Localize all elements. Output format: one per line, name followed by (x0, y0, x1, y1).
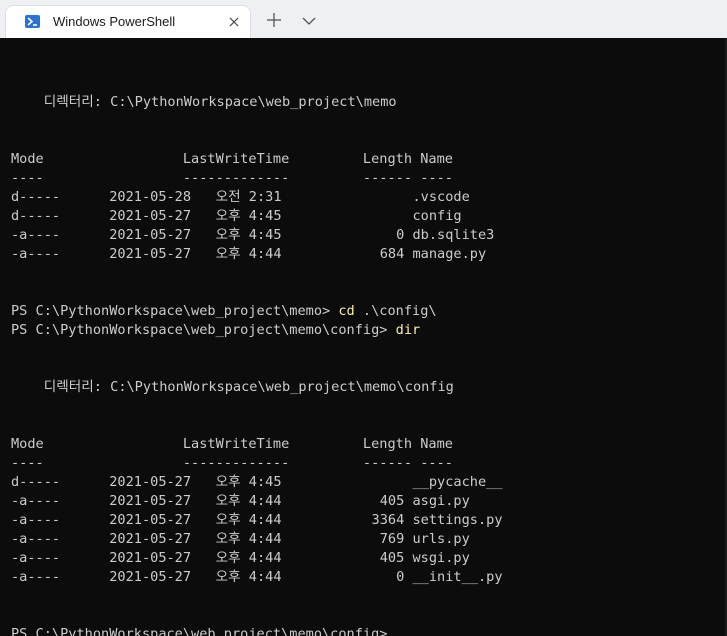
terminal-line: d----- 2021-05-28 오전 2:31 .vscode (11, 188, 503, 207)
close-icon[interactable] (226, 14, 242, 30)
terminal-line-text: Mode LastWriteTime Length Name (11, 436, 453, 452)
terminal-line-text: ---- ------------- ------ ---- (11, 170, 453, 186)
terminal-line-text: PS C:\PythonWorkspace\web_project\memo> (11, 303, 339, 319)
command-text: cd (338, 303, 355, 319)
terminal-line: -a---- 2021-05-27 오후 4:45 0 db.sqlite3 (11, 226, 503, 245)
terminal-line-text: -a---- 2021-05-27 오후 4:44 769 urls.py (11, 531, 470, 547)
plus-icon[interactable] (265, 11, 283, 29)
terminal-line: ---- ------------- ------ ---- (11, 454, 503, 473)
terminal-line-text: ---- ------------- ------ ---- (11, 455, 453, 471)
terminal-line: -a---- 2021-05-27 오후 4:44 684 manage.py (11, 245, 503, 264)
terminal-line: Mode LastWriteTime Length Name (11, 435, 503, 454)
terminal-line: d----- 2021-05-27 오후 4:45 config (11, 207, 503, 226)
chevron-down-icon[interactable] (300, 12, 318, 30)
terminal-line: Mode LastWriteTime Length Name (11, 150, 503, 169)
terminal-line-text: -a---- 2021-05-27 오후 4:44 405 wsgi.py (11, 550, 470, 566)
terminal-line-text: -a---- 2021-05-27 오후 4:44 684 manage.py (11, 246, 487, 262)
terminal-line-text: PS C:\PythonWorkspace\web_project\memo\c… (11, 626, 396, 636)
terminal-line-text: -a---- 2021-05-27 오후 4:44 405 asgi.py (11, 493, 470, 509)
terminal-line-text: -a---- 2021-05-27 오후 4:44 0 __init__.py (11, 569, 503, 585)
tab-title: Windows PowerShell (53, 14, 176, 29)
command-text: dir (395, 322, 421, 338)
command-args: .\config\ (354, 303, 437, 319)
terminal-line: -a---- 2021-05-27 오후 4:44 3364 settings.… (11, 511, 503, 530)
terminal-line: -a---- 2021-05-27 오후 4:44 405 asgi.py (11, 492, 503, 511)
terminal-line: d----- 2021-05-27 오후 4:45 __pycache__ (11, 473, 503, 492)
terminal-line: ---- ------------- ------ ---- (11, 169, 503, 188)
terminal-lines: 디렉터리: C:\PythonWorkspace\web_project\mem… (11, 55, 503, 636)
terminal-line-text: 디렉터리: C:\PythonWorkspace\web_project\mem… (11, 379, 454, 395)
terminal-window: Windows PowerShell 디렉터리: C:\PythonWorksp… (0, 0, 727, 636)
tab-bar: Windows PowerShell (0, 0, 727, 38)
terminal-line-text: Mode LastWriteTime Length Name (11, 151, 453, 167)
terminal-line: 디렉터리: C:\PythonWorkspace\web_project\mem… (11, 93, 503, 112)
terminal-line: PS C:\PythonWorkspace\web_project\memo> … (11, 302, 503, 321)
terminal-line-text: d----- 2021-05-28 오전 2:31 .vscode (11, 189, 470, 205)
powershell-icon (25, 15, 40, 28)
terminal-line-text: -a---- 2021-05-27 오후 4:45 0 db.sqlite3 (11, 227, 495, 243)
terminal-line: -a---- 2021-05-27 오후 4:44 0 __init__.py (11, 568, 503, 587)
terminal-line: -a---- 2021-05-27 오후 4:44 405 wsgi.py (11, 549, 503, 568)
terminal-line-text: d----- 2021-05-27 오후 4:45 config (11, 208, 462, 224)
terminal-line: 디렉터리: C:\PythonWorkspace\web_project\mem… (11, 378, 503, 397)
terminal-line: PS C:\PythonWorkspace\web_project\memo\c… (11, 321, 503, 340)
terminal-line-text: -a---- 2021-05-27 오후 4:44 3364 settings.… (11, 512, 503, 528)
terminal-line-text: d----- 2021-05-27 오후 4:45 __pycache__ (11, 474, 503, 490)
terminal-line-text: 디렉터리: C:\PythonWorkspace\web_project\mem… (11, 94, 397, 110)
terminal-output[interactable]: 디렉터리: C:\PythonWorkspace\web_project\mem… (0, 38, 727, 636)
terminal-line: PS C:\PythonWorkspace\web_project\memo\c… (11, 625, 503, 636)
terminal-line-text: PS C:\PythonWorkspace\web_project\memo\c… (11, 322, 396, 338)
terminal-line: -a---- 2021-05-27 오후 4:44 769 urls.py (11, 530, 503, 549)
tab-windows-powershell[interactable]: Windows PowerShell (6, 6, 250, 38)
